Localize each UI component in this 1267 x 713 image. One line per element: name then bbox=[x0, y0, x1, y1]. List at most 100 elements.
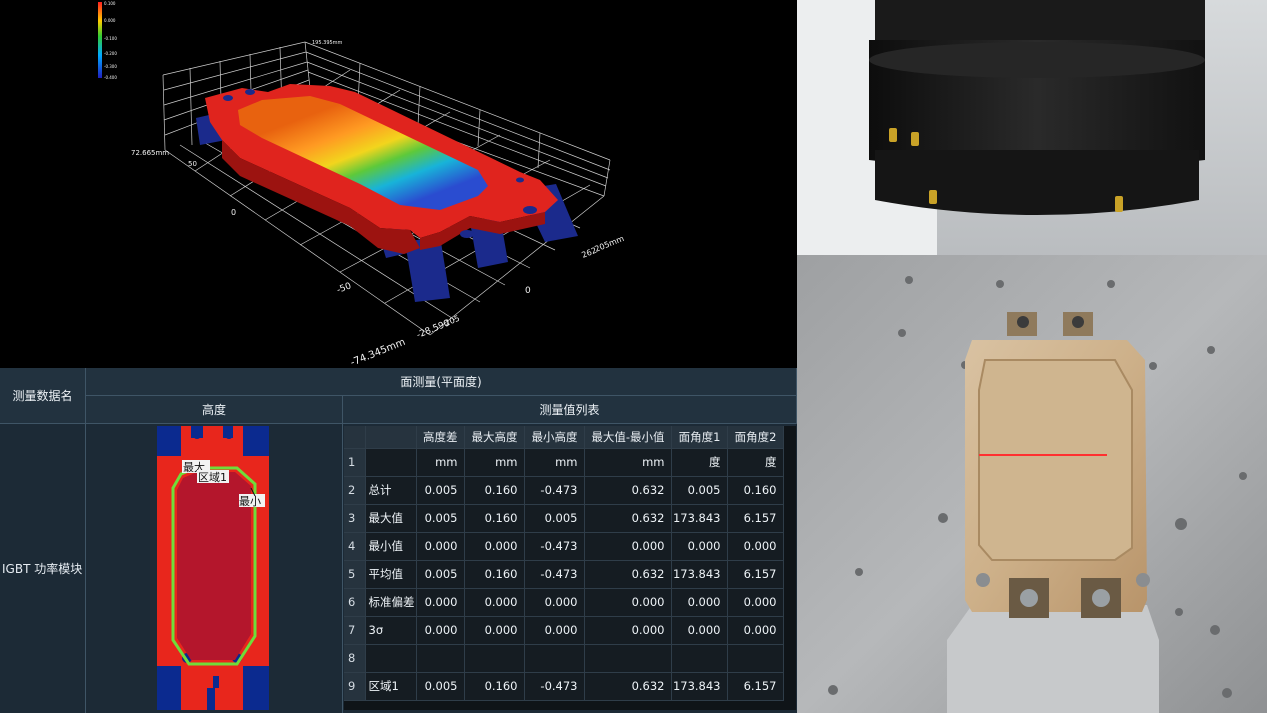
table-row[interactable]: 7 3σ 0.000 0.000 0.000 0.000 0.000 0.000 bbox=[344, 616, 784, 645]
value-cell bbox=[727, 644, 784, 673]
value-cell: -0.473 bbox=[524, 560, 585, 589]
value-cell: 0.000 bbox=[464, 616, 525, 645]
value-cell: 0.000 bbox=[524, 616, 585, 645]
value-cell bbox=[671, 644, 728, 673]
value-cell: 0.000 bbox=[524, 588, 585, 617]
table-row[interactable]: 3 最大值 0.005 0.160 0.005 0.632 173.843 6.157 bbox=[344, 504, 784, 533]
inspection-setup-photo bbox=[797, 0, 1267, 713]
col-face-angle-1[interactable]: 面角度1 bbox=[671, 426, 728, 449]
value-cell: 0.000 bbox=[584, 532, 672, 561]
value-cell: 0.160 bbox=[727, 476, 784, 505]
row-number: 2 bbox=[344, 476, 366, 505]
col-height-diff[interactable]: 高度差 bbox=[416, 426, 465, 449]
table-row[interactable]: 5 平均值 0.005 0.160 -0.473 0.632 173.843 6.157 bbox=[344, 560, 784, 589]
measurement-result-panel: 测量数据名 面测量(平面度) 高度 测量值列表 IGBT 功率模块 最大 区域1… bbox=[0, 368, 797, 713]
value-cell bbox=[416, 644, 465, 673]
row-number: 9 bbox=[344, 672, 366, 701]
grid-label-header bbox=[365, 426, 417, 449]
row-label bbox=[365, 448, 417, 477]
row-label: 最大值 bbox=[365, 504, 417, 533]
row-number: 5 bbox=[344, 560, 366, 589]
value-cell: 6.157 bbox=[727, 672, 784, 701]
col-face-angle-2[interactable]: 面角度2 bbox=[727, 426, 784, 449]
col-header-value-list: 测量值列表 bbox=[343, 396, 797, 424]
value-cell bbox=[584, 644, 672, 673]
value-cell: mm bbox=[416, 448, 465, 477]
value-cell: 6.157 bbox=[727, 504, 784, 533]
measurement-value-grid: 高度差 最大高度 最小高度 最大值-最小值 面角度1 面角度2 1 mm mm mm m… bbox=[344, 426, 796, 710]
value-cell: mm bbox=[584, 448, 672, 477]
camera-lens bbox=[869, 0, 1205, 215]
axis-tick-50-left: 50 bbox=[188, 160, 197, 168]
point-cloud-canvas: 0.100 0.000 -0.100 -0.200 -0.300 -0.400 bbox=[98, 1, 626, 368]
value-cell bbox=[464, 644, 525, 673]
value-cell: -0.473 bbox=[524, 532, 585, 561]
row-label: 标准偏差 bbox=[365, 588, 417, 617]
value-cell: mm bbox=[464, 448, 525, 477]
value-cell: 0.000 bbox=[727, 532, 784, 561]
value-cell: 0.005 bbox=[524, 504, 585, 533]
heightmap-label-min: 最小 bbox=[239, 495, 261, 508]
col-min-height[interactable]: 最小高度 bbox=[524, 426, 585, 449]
legend-tick-6: -0.400 bbox=[104, 75, 117, 80]
legend-tick-2: 0.000 bbox=[104, 18, 116, 23]
value-cell: 0.000 bbox=[727, 616, 784, 645]
value-cell: 0.000 bbox=[416, 616, 465, 645]
value-cell: 度 bbox=[671, 448, 728, 477]
table-row[interactable]: 9 区域1 0.005 0.160 -0.473 0.632 173.843 6.157 bbox=[344, 672, 784, 701]
row-number: 8 bbox=[344, 644, 366, 673]
col-header-surface-measure: 面测量(平面度) bbox=[86, 368, 797, 396]
legend-tick-4: -0.200 bbox=[104, 51, 117, 56]
table-row[interactable]: 6 标准偏差 0.000 0.000 0.000 0.000 0.000 0.000 bbox=[344, 588, 784, 617]
row-label bbox=[365, 644, 417, 673]
value-cell: -0.473 bbox=[524, 476, 585, 505]
value-cell: 0.160 bbox=[464, 476, 525, 505]
value-cell: 0.632 bbox=[584, 504, 672, 533]
table-row[interactable]: 4 最小值 0.000 0.000 -0.473 0.000 0.000 0.000 bbox=[344, 532, 784, 561]
value-cell: mm bbox=[524, 448, 585, 477]
legend-tick-1: 0.100 bbox=[104, 1, 116, 6]
axis-tick-0-left: 0 bbox=[231, 208, 236, 217]
legend-tick-3: -0.100 bbox=[104, 36, 117, 41]
value-cell: 0.000 bbox=[671, 588, 728, 617]
value-cell: 0.000 bbox=[416, 532, 465, 561]
axis-label-bottom-a: -74.345mm bbox=[349, 337, 407, 368]
value-cell: 0.000 bbox=[671, 616, 728, 645]
table-row[interactable]: 8 bbox=[344, 644, 784, 673]
value-cell bbox=[524, 644, 585, 673]
measurement-table: 高度差 最大高度 最小高度 最大值-最小值 面角度1 面角度2 1 mm mm mm m… bbox=[344, 426, 784, 701]
row-name-cell[interactable]: IGBT 功率模块 bbox=[0, 424, 86, 713]
color-legend-bar bbox=[98, 2, 102, 78]
table-row[interactable]: 2 总计 0.005 0.160 -0.473 0.632 0.005 0.160 bbox=[344, 476, 784, 505]
col-max-minus-min[interactable]: 最大值-最小值 bbox=[584, 426, 672, 449]
value-cell: 0.632 bbox=[584, 672, 672, 701]
value-cell: 0.000 bbox=[584, 616, 672, 645]
row-name: IGBT 功率模块 bbox=[2, 562, 83, 576]
col-max-height[interactable]: 最大高度 bbox=[464, 426, 525, 449]
legend-tick-5: -0.300 bbox=[104, 64, 117, 69]
col-header-data-name: 测量数据名 bbox=[0, 368, 86, 424]
row-number: 3 bbox=[344, 504, 366, 533]
table-row[interactable]: 1 mm mm mm mm 度度 bbox=[344, 448, 784, 477]
row-label: 区域1 bbox=[365, 672, 417, 701]
igbt-module bbox=[947, 312, 1159, 713]
value-cell: 0.005 bbox=[416, 504, 465, 533]
value-cell: 度 bbox=[727, 448, 784, 477]
row-number: 4 bbox=[344, 532, 366, 561]
axis-label-top: 195.395mm bbox=[312, 40, 343, 46]
row-label: 3σ bbox=[365, 616, 417, 645]
value-cell: 0.000 bbox=[416, 588, 465, 617]
value-cell: 0.000 bbox=[464, 588, 525, 617]
grid-corner bbox=[344, 426, 366, 449]
value-cell: 0.160 bbox=[464, 504, 525, 533]
value-cell: 0.005 bbox=[416, 672, 465, 701]
row-label: 平均值 bbox=[365, 560, 417, 589]
axis-label-right-b: 205mm bbox=[593, 234, 625, 254]
row-number: 1 bbox=[344, 448, 366, 477]
value-cell: 0.000 bbox=[464, 532, 525, 561]
value-cell: 0.005 bbox=[671, 476, 728, 505]
axis-label-bottom-c: 205 bbox=[443, 314, 461, 328]
height-map-image[interactable]: 最大 区域1 最小 bbox=[157, 426, 269, 710]
point-cloud-3d-viewer[interactable]: 0.100 0.000 -0.100 -0.200 -0.300 -0.400 bbox=[0, 0, 797, 368]
value-cell: 173.843 bbox=[671, 672, 728, 701]
